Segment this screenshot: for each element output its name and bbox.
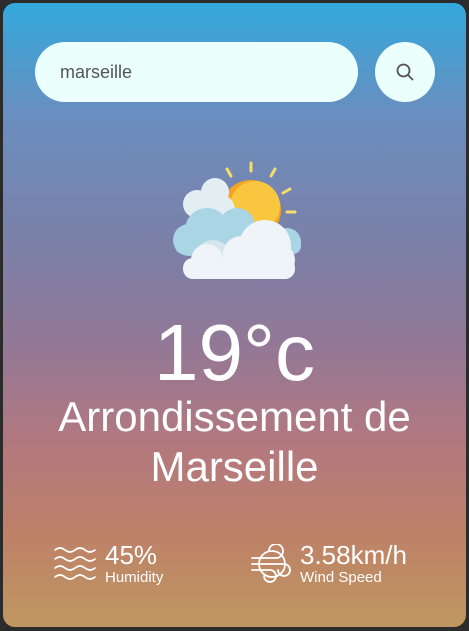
wind-speed-label: Wind Speed [300, 569, 382, 586]
wind-detail: 3.58km/h Wind Speed [248, 539, 407, 589]
weather-card: 19°c Arrondissement de Marseille 45% Hum… [3, 3, 466, 627]
city-name: Arrondissement de Marseille [58, 393, 411, 490]
humidity-detail: 45% Humidity [53, 539, 163, 589]
wind-speed-value: 3.58km/h [300, 540, 407, 570]
partly-cloudy-sun-icon [167, 160, 307, 282]
wind-icon [248, 543, 292, 584]
temperature: 19°c [154, 308, 315, 397]
search-input[interactable] [35, 42, 358, 102]
humidity-waves-icon [53, 544, 97, 584]
humidity-value: 45% [105, 540, 158, 570]
search-bar [35, 42, 437, 102]
search-button[interactable] [375, 42, 435, 102]
search-icon [395, 62, 415, 82]
humidity-label: Humidity [105, 569, 164, 586]
